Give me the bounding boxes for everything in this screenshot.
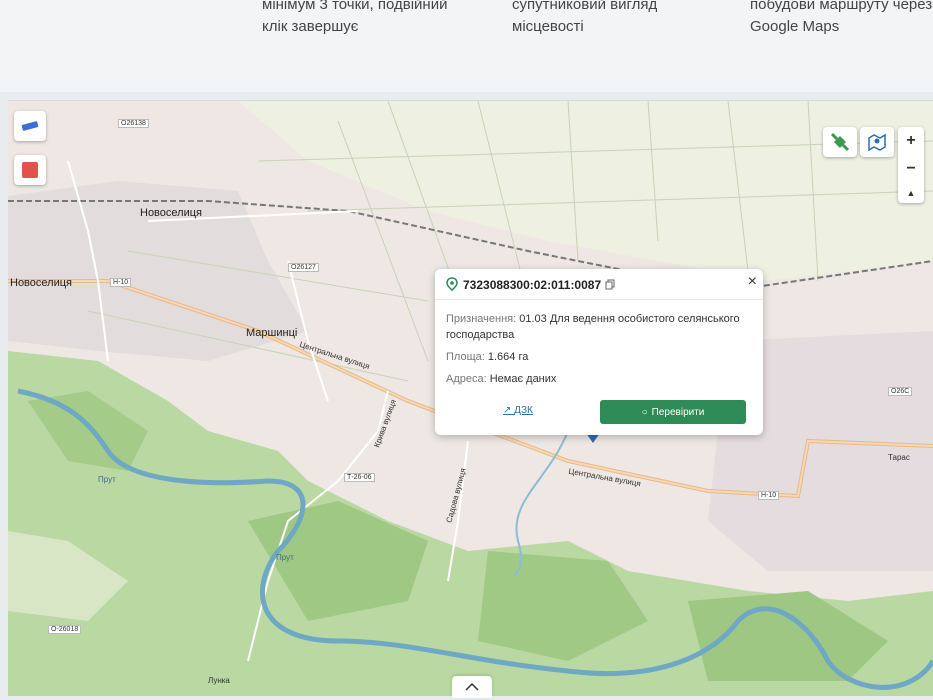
check-button[interactable]: ○ Перевірити [600, 400, 746, 424]
road-label: Н-10 [758, 491, 780, 500]
area-label: Площа: [446, 351, 485, 363]
copy-icon[interactable] [605, 279, 615, 290]
purpose-value-2: господарства [446, 329, 515, 341]
map-pin-icon [868, 133, 886, 152]
zoom-controls: + − ▲ [898, 127, 924, 203]
search-icon: ○ [641, 406, 648, 418]
road-label: Т-26-06 [344, 473, 375, 482]
road-label: Н-10 [110, 278, 132, 287]
map-view[interactable]: Новоселиця Новоселиця Маршинці Лунка Тар… [8, 100, 933, 696]
external-link-icon: ↗ [503, 405, 512, 416]
address-label: Адреса: [446, 373, 487, 385]
town-label: Новоселиця [140, 207, 202, 219]
road-label: О26138 [118, 119, 149, 128]
ruler-icon [21, 121, 39, 131]
road-label: О26127 [288, 263, 319, 272]
river-label: Прут [98, 475, 116, 484]
map-layers-button[interactable] [860, 127, 894, 157]
village-label: Тарас [888, 453, 910, 462]
info-strip: мінімум 3 точки, подвійний клік завершує… [0, 0, 933, 92]
cadastral-number: 7323088300:02:011:0087 [463, 278, 602, 292]
village-label: Маршинці [246, 327, 298, 339]
info-text-drawing: мінімум 3 точки, подвійний клік завершує [262, 0, 448, 35]
check-button-label: Перевірити [651, 406, 705, 418]
area-value: 1.664 га [487, 351, 529, 363]
area-row: Площа: 1.664 га [446, 349, 528, 365]
purpose-value: 01.03 Для ведення особистого селянського [519, 313, 740, 325]
zoom-out-button[interactable]: − [906, 160, 915, 178]
village-label: Лунка [208, 676, 230, 685]
address-row: Адреса: Немає даних [446, 371, 556, 387]
purpose-row: Призначення: 01.03 Для ведення особистог… [446, 311, 756, 343]
info-text-route: побудови маршруту через Google Maps [750, 0, 933, 35]
close-button[interactable]: × [748, 273, 757, 291]
satellite-button[interactable] [823, 127, 857, 157]
purpose-label: Призначення: [446, 313, 517, 325]
zoom-in-button[interactable]: + [906, 132, 915, 150]
road-label: О-26018 [48, 625, 82, 634]
chevron-up-icon [465, 683, 479, 691]
address-value: Немає даних [489, 373, 557, 385]
ruler-tool-button[interactable] [14, 111, 46, 141]
square-icon [22, 162, 38, 178]
compass-button[interactable]: ▲ [907, 188, 916, 198]
parcel-popup: 7323088300:02:011:0087 × Призначення: 01… [435, 269, 763, 435]
info-text-satellite: супутниковий вигляд місцевості [512, 0, 658, 35]
dzk-link[interactable]: ↗ ДЗК [503, 405, 533, 416]
dzk-link-label: ДЗК [514, 405, 533, 416]
road-label: О26С [888, 387, 913, 396]
draw-polygon-button[interactable] [14, 155, 46, 185]
divider [435, 299, 763, 300]
satellite-icon [830, 132, 850, 152]
expand-panel-button[interactable] [452, 676, 492, 698]
location-pin-icon [446, 277, 458, 291]
town-label: Новоселиця [10, 277, 72, 289]
river-label: Прут [276, 553, 294, 562]
